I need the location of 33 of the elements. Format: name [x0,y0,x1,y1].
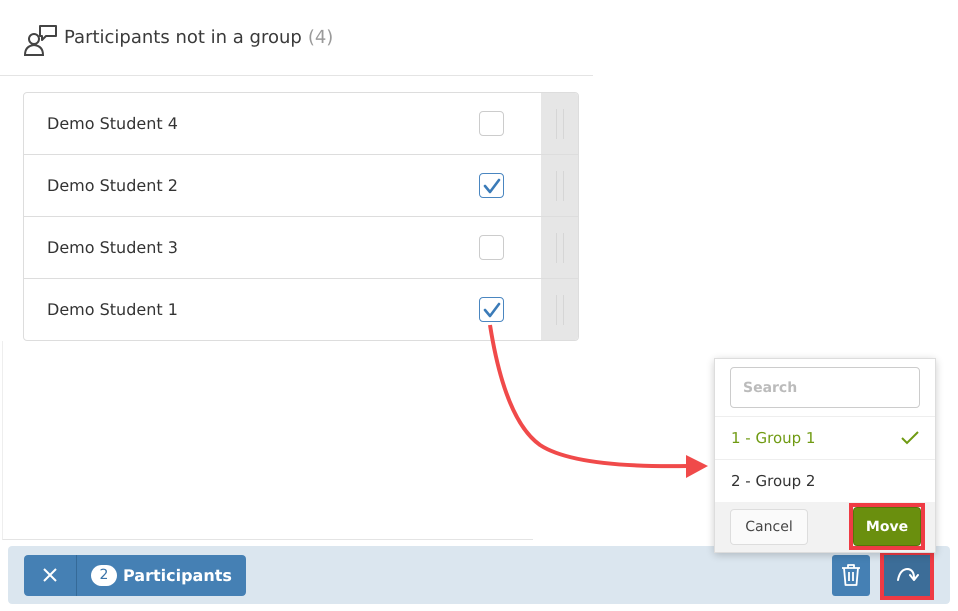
participant-name: Demo Student 3 [46,238,179,257]
participant-row[interactable]: Demo Student 1 [24,278,578,340]
checkbox[interactable] [479,173,504,198]
participant-row[interactable]: Demo Student 3 [24,216,578,278]
selected-count-badge: 2 [91,564,117,586]
participant-name: Demo Student 2 [46,176,179,195]
trash-icon [841,563,861,587]
clear-selection-button[interactable] [24,554,77,596]
participant-row[interactable]: Demo Student 4 [24,93,578,154]
cancel-button[interactable]: Cancel [730,508,808,544]
participant-chat-icon [22,24,58,56]
participants-label: Participants [123,566,232,584]
delete-button[interactable] [832,554,870,596]
participant-row[interactable]: Demo Student 2 [24,154,578,216]
drag-handle[interactable] [541,155,578,216]
participant-count: (4) [308,27,334,48]
close-icon [42,567,58,583]
search-field[interactable]: Search [730,367,920,408]
checkbox[interactable] [479,235,504,260]
drag-handle[interactable] [541,93,578,154]
check-icon [901,431,919,445]
move-button[interactable]: Move [853,507,921,546]
curved-arrow-icon [895,566,919,584]
participants-button[interactable]: 2 Participants [77,554,246,596]
drag-handle[interactable] [541,217,578,278]
drag-handle[interactable] [541,279,578,340]
checkbox[interactable] [479,297,504,322]
group-name: 2 - Group 2 [731,472,816,490]
participant-name: Demo Student 4 [46,114,179,133]
section-title: Participants not in a group [64,27,302,48]
group-name: 1 - Group 1 [731,429,816,447]
participant-name: Demo Student 1 [46,300,179,319]
checkbox[interactable] [479,111,504,136]
